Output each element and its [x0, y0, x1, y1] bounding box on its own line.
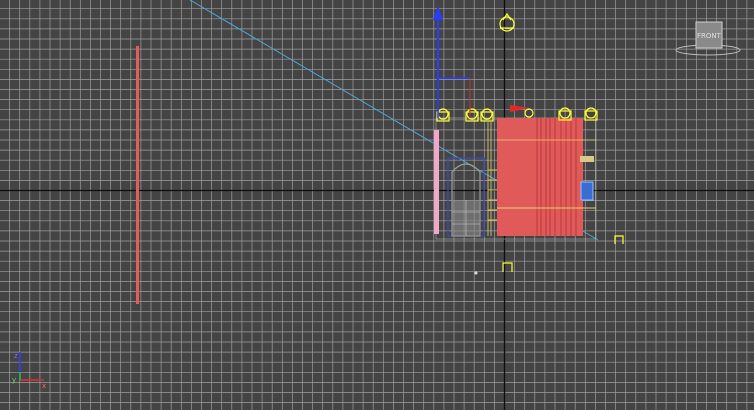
view-cube-face-label: FRONT: [697, 32, 722, 40]
pink-post: [434, 130, 439, 234]
red-pole-object[interactable]: [136, 46, 139, 304]
axis-y-label: y: [12, 376, 16, 384]
side-beam: [580, 156, 594, 162]
axis-z-label: z: [14, 352, 18, 360]
pivot-dot: [474, 271, 478, 275]
front-viewport[interactable]: FRONT z x y: [0, 0, 754, 410]
viewport-background: [0, 0, 754, 410]
viewport-canvas[interactable]: FRONT z x y: [0, 0, 754, 410]
blue-fixture: [580, 181, 594, 201]
axis-x-label: x: [42, 382, 46, 390]
red-building-block[interactable]: [497, 118, 583, 236]
